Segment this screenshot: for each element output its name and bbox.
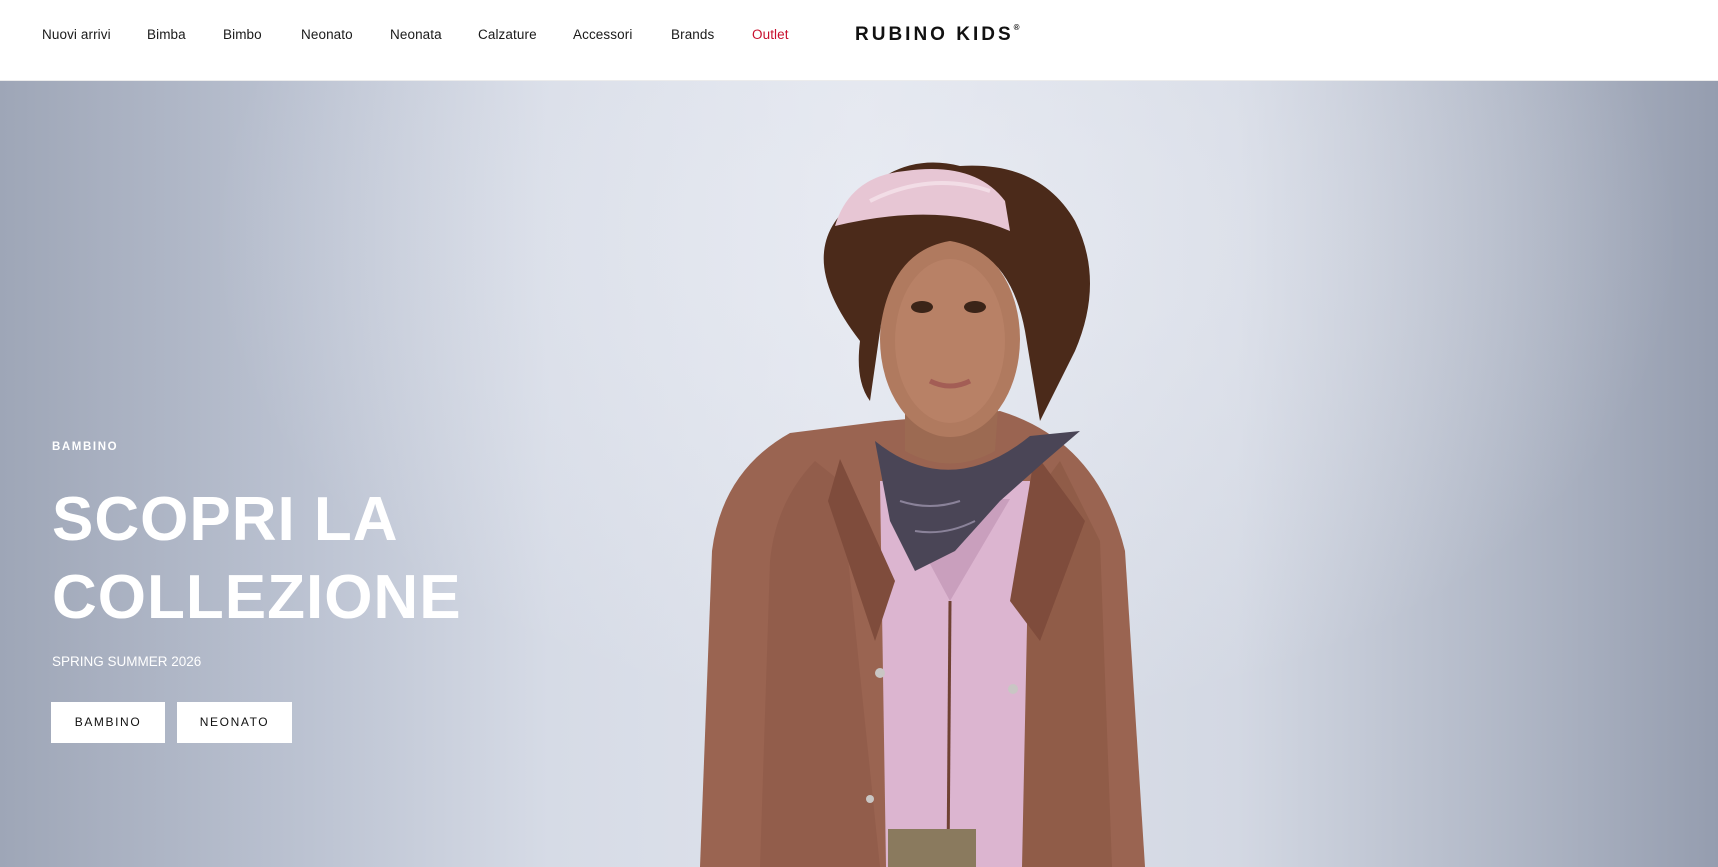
nav-item-accessori[interactable]: Accessori xyxy=(573,27,632,42)
bambino-button[interactable]: BAMBINO xyxy=(51,702,165,743)
nav-item-bimba[interactable]: Bimba xyxy=(147,27,186,42)
nav-item-nuovi-arrivi[interactable]: Nuovi arrivi xyxy=(42,27,111,42)
nav-item-neonato[interactable]: Neonato xyxy=(301,27,353,42)
nav-item-brands[interactable]: Brands xyxy=(671,27,714,42)
neonato-button[interactable]: NEONATO xyxy=(177,702,292,743)
logo-text: RUBINO KIDS xyxy=(855,24,1014,45)
nav-item-outlet[interactable]: Outlet xyxy=(752,27,789,42)
nav-item-neonata[interactable]: Neonata xyxy=(390,27,442,42)
hero-season: SPRING SUMMER 2026 xyxy=(52,654,202,669)
hero-model-image xyxy=(700,162,1145,867)
registered-mark: ® xyxy=(1013,22,1020,32)
headline-line-2: COLLEZIONE xyxy=(52,563,462,632)
site-header: Nuovi arrivi Bimba Bimbo Neonato Neonata… xyxy=(0,0,1718,81)
nav-item-calzature[interactable]: Calzature xyxy=(478,27,537,42)
headline-line-1: SCOPRI LA xyxy=(52,485,399,554)
hero-banner[interactable]: BAMBINO SCOPRI LA COLLEZIONE SPRING SUMM… xyxy=(0,81,1718,867)
hero-headline: SCOPRI LA COLLEZIONE xyxy=(52,481,572,637)
site-logo[interactable]: RUBINO KIDS® xyxy=(855,22,1020,46)
hero-eyebrow: BAMBINO xyxy=(52,441,119,453)
nav-item-bimbo[interactable]: Bimbo xyxy=(223,27,262,42)
